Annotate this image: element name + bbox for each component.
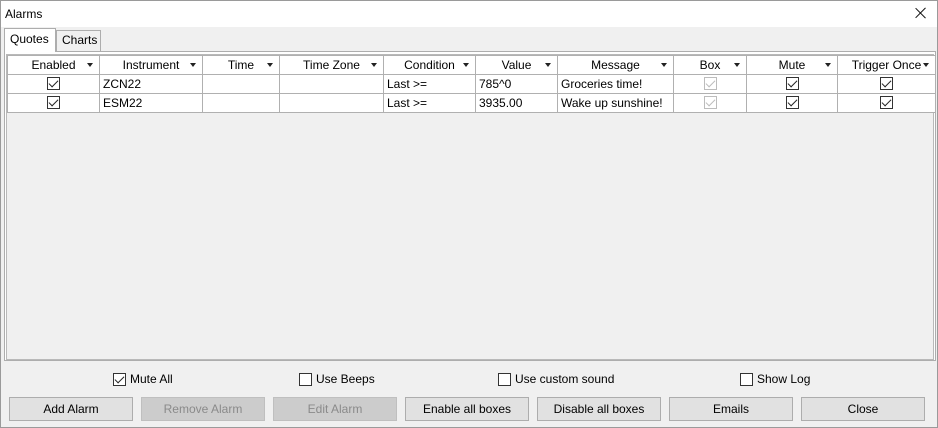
condition-cell[interactable]: Last >= xyxy=(383,74,476,94)
mute-all-label: Mute All xyxy=(130,372,173,386)
trigger-once-checkbox[interactable] xyxy=(880,77,893,91)
disable-all-boxes-button[interactable]: Disable all boxes xyxy=(537,397,661,421)
show-log-option[interactable]: Show Log xyxy=(740,372,810,386)
dropdown-arrow-icon[interactable] xyxy=(371,63,377,67)
col-header-message[interactable]: Message xyxy=(557,55,674,75)
time-zone-cell[interactable] xyxy=(279,93,384,113)
mute-all-option[interactable]: Mute All xyxy=(113,372,173,386)
dropdown-arrow-icon[interactable] xyxy=(825,63,831,67)
use-custom-sound-checkbox[interactable] xyxy=(498,372,511,386)
table-row[interactable]: ESM22 Last >= 3935.00 Wake up sunshine! xyxy=(7,93,936,113)
alarms-grid: Enabled Instrument Time Time Zone Condit… xyxy=(6,54,936,360)
header-row: Enabled Instrument Time Time Zone Condit… xyxy=(7,55,936,75)
enabled-cell[interactable] xyxy=(7,74,100,94)
col-header-instrument[interactable]: Instrument xyxy=(99,55,203,75)
col-header-value[interactable]: Value xyxy=(475,55,558,75)
enabled-checkbox[interactable] xyxy=(47,96,60,110)
tab-charts[interactable]: Charts xyxy=(56,30,101,51)
instrument-cell[interactable]: ESM22 xyxy=(99,93,203,113)
dropdown-arrow-icon[interactable] xyxy=(923,63,929,67)
col-header-label: Enabled xyxy=(31,58,76,72)
value-cell[interactable]: 3935.00 xyxy=(475,93,558,113)
window-title: Alarms xyxy=(5,7,43,21)
show-log-checkbox[interactable] xyxy=(740,372,753,386)
col-header-label: Trigger Once xyxy=(851,58,922,72)
time-cell[interactable] xyxy=(202,93,280,113)
condition-cell[interactable]: Last >= xyxy=(383,93,476,113)
mute-cell[interactable] xyxy=(746,93,838,113)
instrument-cell[interactable]: ZCN22 xyxy=(99,74,203,94)
use-beeps-label: Use Beeps xyxy=(316,372,375,386)
col-header-time[interactable]: Time xyxy=(202,55,280,75)
dropdown-arrow-icon[interactable] xyxy=(190,63,196,67)
alarms-table: Enabled Instrument Time Time Zone Condit… xyxy=(7,55,936,113)
time-zone-cell[interactable] xyxy=(279,74,384,94)
tab-quotes[interactable]: Quotes xyxy=(4,28,56,52)
alarms-window: Alarms Quotes Charts Enabled Instrument … xyxy=(0,0,938,428)
col-header-label: Instrument xyxy=(122,58,180,72)
message-cell[interactable]: Groceries time! xyxy=(557,74,674,94)
use-custom-sound-label: Use custom sound xyxy=(515,372,615,386)
edit-alarm-button[interactable]: Edit Alarm xyxy=(273,397,397,421)
box-cell xyxy=(673,93,747,113)
col-header-label: Box xyxy=(699,58,721,72)
col-header-label: Condition xyxy=(404,58,455,72)
col-header-mute[interactable]: Mute xyxy=(746,55,838,75)
box-checkbox xyxy=(703,77,717,91)
col-header-label: Mute xyxy=(778,58,806,72)
dropdown-arrow-icon[interactable] xyxy=(734,63,740,67)
options-row: Mute All Use Beeps Use custom sound Show… xyxy=(1,372,938,388)
emails-button[interactable]: Emails xyxy=(669,397,793,421)
enable-all-boxes-button[interactable]: Enable all boxes xyxy=(405,397,529,421)
quotes-panel: Enabled Instrument Time Time Zone Condit… xyxy=(4,51,936,361)
mute-checkbox[interactable] xyxy=(785,96,799,110)
use-custom-sound-option[interactable]: Use custom sound xyxy=(498,372,614,386)
close-button[interactable]: Close xyxy=(801,397,925,421)
enabled-checkbox[interactable] xyxy=(47,77,60,91)
trigger-once-cell[interactable] xyxy=(837,74,936,94)
close-icon[interactable] xyxy=(913,5,929,21)
add-alarm-button[interactable]: Add Alarm xyxy=(9,397,133,421)
mute-checkbox[interactable] xyxy=(785,77,799,91)
box-checkbox xyxy=(703,96,717,110)
box-cell xyxy=(673,74,747,94)
title-bar: Alarms xyxy=(1,1,937,27)
col-header-label: Message xyxy=(591,58,640,72)
trigger-once-checkbox[interactable] xyxy=(880,96,893,110)
mute-all-checkbox[interactable] xyxy=(113,372,126,386)
trigger-once-cell[interactable] xyxy=(837,93,936,113)
col-header-enabled[interactable]: Enabled xyxy=(7,55,100,75)
dropdown-arrow-icon[interactable] xyxy=(661,63,667,67)
button-row: Add Alarm Remove Alarm Edit Alarm Enable… xyxy=(1,397,938,421)
col-header-label: Value xyxy=(501,58,532,72)
dropdown-arrow-icon[interactable] xyxy=(87,63,93,67)
dropdown-arrow-icon[interactable] xyxy=(545,63,551,67)
dropdown-arrow-icon[interactable] xyxy=(463,63,469,67)
use-beeps-checkbox[interactable] xyxy=(299,372,312,386)
col-header-condition[interactable]: Condition xyxy=(383,55,476,75)
table-row[interactable]: ZCN22 Last >= 785^0 Groceries time! xyxy=(7,74,936,94)
enabled-cell[interactable] xyxy=(7,93,100,113)
col-header-label: Time xyxy=(227,58,255,72)
col-header-box[interactable]: Box xyxy=(673,55,747,75)
mute-cell[interactable] xyxy=(746,74,838,94)
col-header-trigger-once[interactable]: Trigger Once xyxy=(837,55,936,75)
use-beeps-option[interactable]: Use Beeps xyxy=(299,372,375,386)
remove-alarm-button[interactable]: Remove Alarm xyxy=(141,397,265,421)
message-cell[interactable]: Wake up sunshine! xyxy=(557,93,674,113)
col-header-time-zone[interactable]: Time Zone xyxy=(279,55,384,75)
time-cell[interactable] xyxy=(202,74,280,94)
show-log-label: Show Log xyxy=(757,372,811,386)
col-header-label: Time Zone xyxy=(303,58,360,72)
dropdown-arrow-icon[interactable] xyxy=(267,63,273,67)
value-cell[interactable]: 785^0 xyxy=(475,74,558,94)
